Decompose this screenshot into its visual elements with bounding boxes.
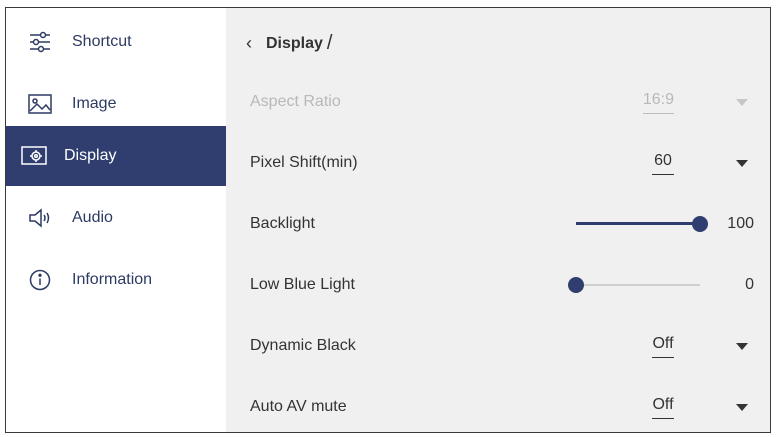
setting-row-auto-av-mute[interactable]: Auto AV mute Off [226,387,770,427]
pixel-shift-select[interactable]: 60 [652,152,674,175]
setting-row-low-blue-light[interactable]: Low Blue Light 0 [226,265,770,305]
dropdown-arrow-icon [736,98,748,106]
slider-track[interactable] [576,284,700,286]
setting-row-pixel-shift[interactable]: Pixel Shift(min) 60 [226,143,770,183]
breadcrumb: ‹ Display / [246,32,332,55]
sliders-icon [26,30,54,54]
setting-label: Dynamic Black [250,337,356,354]
slider-handle[interactable] [692,216,708,232]
sidebar-item-label: Information [72,271,153,288]
setting-label: Aspect Ratio [250,93,341,110]
info-icon [26,268,54,292]
aspect-ratio-select: 16:9 [642,91,674,114]
dynamic-black-select[interactable]: Off [652,335,674,358]
picture-icon [26,92,54,116]
sidebar: Shortcut Image Display Audio Information [6,8,226,432]
sidebar-item-image[interactable]: Image [6,74,226,134]
sidebar-item-shortcut[interactable]: Shortcut [6,12,226,72]
dropdown-arrow-icon[interactable] [736,342,748,350]
auto-av-mute-select[interactable]: Off [652,396,674,419]
setting-label: Backlight [250,215,315,232]
sidebar-item-audio[interactable]: Audio [6,188,226,248]
sidebar-item-label: Audio [72,209,113,226]
settings-window: Shortcut Image Display Audio Information… [5,7,771,433]
backlight-value: 100 [727,215,754,232]
dropdown-arrow-icon[interactable] [736,403,748,411]
low-blue-light-value: 0 [745,276,754,293]
setting-row-dynamic-black[interactable]: Dynamic Black Off [226,326,770,366]
display-gear-icon [20,144,48,168]
sidebar-item-label: Image [72,95,117,112]
low-blue-light-slider[interactable] [568,277,700,293]
setting-label: Auto AV mute [250,398,347,415]
chevron-left-icon[interactable]: ‹ [246,33,252,54]
speaker-icon [26,206,54,230]
dropdown-arrow-icon[interactable] [736,159,748,167]
page-title: Display [266,34,323,52]
setting-row-aspect-ratio: Aspect Ratio 16:9 [226,82,770,122]
setting-label: Low Blue Light [250,276,355,293]
breadcrumb-separator: / [326,32,333,54]
sidebar-item-display[interactable]: Display [6,126,226,186]
sidebar-item-label: Display [64,147,117,164]
sidebar-item-information[interactable]: Information [6,250,226,310]
slider-handle[interactable] [568,277,584,293]
setting-label: Pixel Shift(min) [250,154,358,171]
slider-fill [576,222,700,225]
setting-row-backlight[interactable]: Backlight 100 [226,204,770,244]
sidebar-item-label: Shortcut [72,33,132,50]
settings-panel: ‹ Display / Aspect Ratio 16:9 Pixel Shif… [226,8,770,432]
backlight-slider[interactable] [576,216,708,232]
